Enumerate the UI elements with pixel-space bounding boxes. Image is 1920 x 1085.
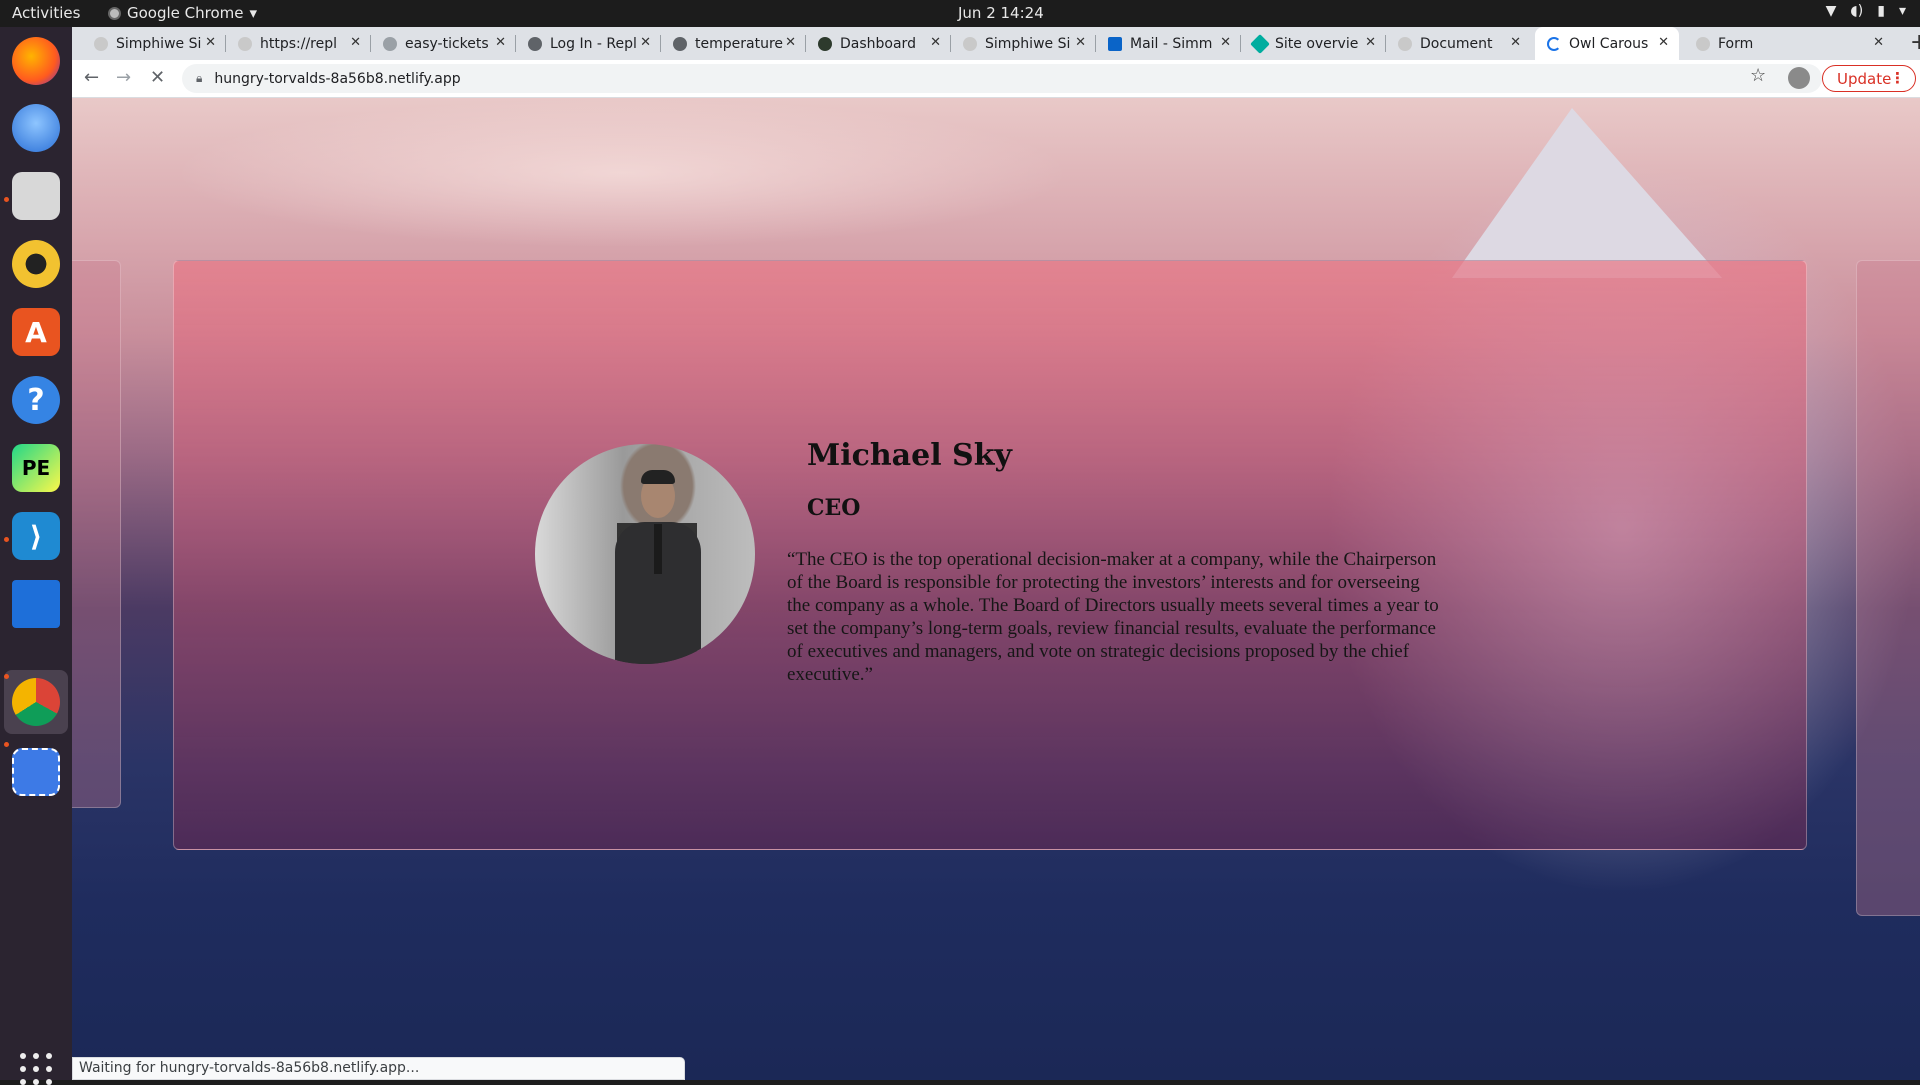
- tab[interactable]: Dashboard ✕: [806, 27, 951, 60]
- testimonial-role: CEO: [807, 495, 861, 521]
- tab[interactable]: temperature ✕: [661, 27, 806, 60]
- running-indicator: [4, 742, 9, 747]
- thunderbird-icon[interactable]: [12, 104, 60, 152]
- github-icon: [383, 36, 397, 51]
- background-clouds: [172, 98, 1072, 248]
- close-icon[interactable]: ✕: [350, 35, 361, 50]
- close-icon[interactable]: ✕: [205, 35, 216, 50]
- browser-toolbar: ← → ✕ 🔒︎ hungry-torvalds-8a56b8.netlify.…: [72, 60, 1920, 98]
- chrome-icon[interactable]: [12, 678, 60, 726]
- tab[interactable]: easy-tickets ✕: [371, 27, 516, 60]
- system-tray[interactable]: ▼ ◖) ▮ ▾: [1826, 3, 1906, 19]
- bookmark-star-icon[interactable]: ☆: [1750, 65, 1766, 86]
- tab[interactable]: Simphiwe Si ✕: [951, 27, 1096, 60]
- url-text[interactable]: hungry-torvalds-8a56b8.netlify.app: [214, 71, 460, 87]
- clock[interactable]: Jun 2 14:24: [958, 4, 1044, 22]
- rhythmbox-icon[interactable]: [12, 240, 60, 288]
- app-menu[interactable]: Google Chrome ▾: [108, 4, 257, 22]
- profile-avatar[interactable]: [1788, 67, 1810, 89]
- tab-active[interactable]: Owl Carous ✕: [1535, 27, 1679, 60]
- activities-button[interactable]: Activities: [12, 4, 80, 22]
- netlify-icon: [1250, 33, 1270, 54]
- libreoffice-writer-icon[interactable]: [12, 580, 60, 628]
- close-icon[interactable]: ✕: [1220, 35, 1231, 50]
- page-viewport: Michael Sky CEO “The CEO is the top oper…: [72, 98, 1920, 1080]
- background-mountain: [1452, 108, 1722, 278]
- chrome-app-icon: [108, 6, 121, 20]
- site-favicon-icon: [1696, 36, 1710, 51]
- close-icon[interactable]: ✕: [930, 35, 941, 50]
- files-icon[interactable]: [12, 172, 60, 220]
- update-button[interactable]: Update ⋮: [1822, 65, 1916, 92]
- site-favicon-icon: [94, 36, 108, 51]
- tab[interactable]: Document ✕: [1386, 27, 1531, 60]
- close-icon[interactable]: ✕: [1873, 35, 1884, 50]
- close-icon[interactable]: ✕: [495, 35, 506, 50]
- tab[interactable]: Site overvie ✕: [1241, 27, 1386, 60]
- firefox-icon[interactable]: [12, 37, 60, 85]
- tab[interactable]: https://repl ✕: [226, 27, 371, 60]
- tab[interactable]: Log In - Repl ✕: [516, 27, 661, 60]
- stop-loading-icon[interactable]: ✕: [150, 67, 165, 88]
- forward-arrow-icon[interactable]: →: [116, 67, 131, 88]
- chevron-down-icon: ▾: [1898, 3, 1906, 19]
- help-icon[interactable]: ?: [12, 376, 60, 424]
- tab[interactable]: Mail - Simm ✕: [1096, 27, 1241, 60]
- dashboard-icon: [818, 36, 832, 51]
- close-icon[interactable]: ✕: [640, 35, 651, 50]
- show-applications-button[interactable]: [20, 1053, 52, 1085]
- app-menu-label: Google Chrome: [127, 4, 244, 22]
- address-bar[interactable]: 🔒︎ hungry-torvalds-8a56b8.netlify.app: [182, 64, 1822, 93]
- battery-icon: ▮: [1877, 3, 1885, 19]
- volume-icon: ◖): [1850, 3, 1864, 19]
- system-top-bar: Activities Google Chrome ▾ Jun 2 14:24 ▼…: [0, 0, 1920, 27]
- testimonial-quote: “The CEO is the top operational decision…: [787, 549, 1439, 685]
- status-bar: Waiting for hungry-torvalds-8a56b8.netli…: [72, 1057, 685, 1080]
- screenshot-icon[interactable]: [12, 748, 60, 796]
- software-center-icon[interactable]: A: [12, 308, 60, 356]
- close-icon[interactable]: ✕: [1658, 35, 1669, 50]
- testimonial-photo: [535, 444, 755, 664]
- site-favicon-icon: [963, 36, 977, 51]
- testimonial-name: Michael Sky: [807, 438, 1012, 473]
- tab[interactable]: Simphiwe Si ✕: [82, 27, 226, 60]
- tab-strip: Simphiwe Si ✕ https://repl ✕ easy-tickets ✕…: [72, 27, 1920, 60]
- chevron-down-icon: ▾: [249, 4, 258, 22]
- close-icon[interactable]: ✕: [785, 35, 796, 50]
- carousel-card-prev[interactable]: [72, 260, 121, 808]
- outlook-icon: [1108, 36, 1122, 51]
- vscode-icon[interactable]: ⟩: [12, 512, 60, 560]
- new-tab-button[interactable]: +: [1910, 30, 1920, 55]
- pycharm-icon[interactable]: PE: [12, 444, 60, 492]
- update-button-label: Update: [1837, 69, 1892, 88]
- wifi-icon: ▼: [1825, 3, 1837, 19]
- lock-icon[interactable]: 🔒︎: [196, 71, 202, 86]
- back-arrow-icon[interactable]: ←: [84, 67, 99, 88]
- loading-spinner-icon: [1547, 36, 1561, 51]
- dock: A ? PE ⟩: [0, 27, 72, 1085]
- site-favicon-icon: [1398, 36, 1412, 51]
- close-icon[interactable]: ✕: [1365, 35, 1376, 50]
- more-vert-icon: ⋮: [1890, 69, 1905, 87]
- carousel-card-next[interactable]: [1856, 260, 1920, 916]
- close-icon[interactable]: ✕: [1510, 35, 1521, 50]
- site-favicon-icon: [673, 36, 687, 51]
- close-icon[interactable]: ✕: [1075, 35, 1086, 50]
- running-indicator: [4, 537, 9, 542]
- site-favicon-icon: [238, 36, 252, 51]
- running-indicator: [4, 674, 9, 679]
- replit-icon: [528, 36, 542, 51]
- tab[interactable]: Form ✕: [1684, 27, 1894, 60]
- running-indicator: [4, 197, 9, 202]
